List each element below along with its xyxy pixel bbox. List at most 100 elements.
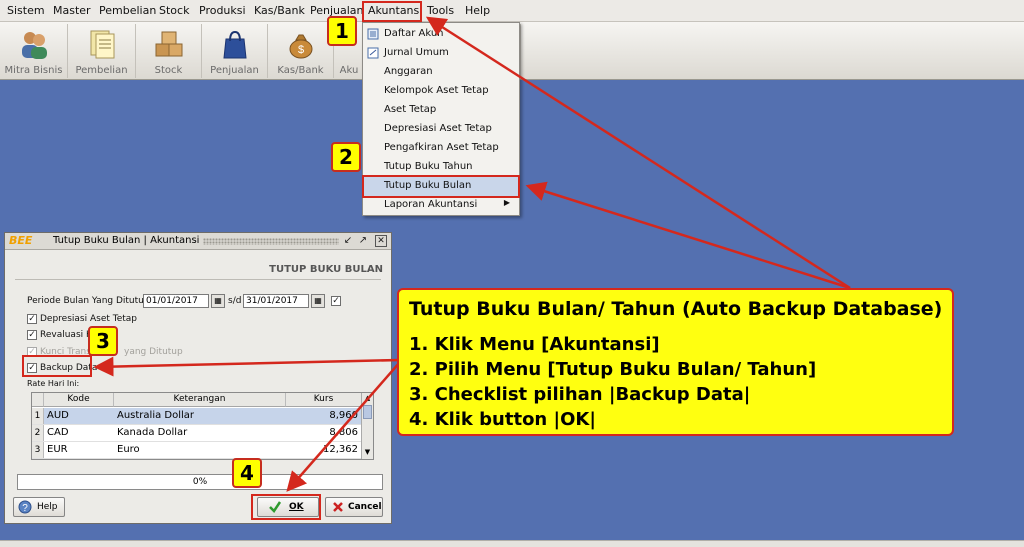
date-from-input[interactable]: 01/01/2017 [143,294,209,308]
cell-kurs: 8,960 [329,410,358,421]
row-number: 2 [32,425,44,441]
submenu-arrow-icon: ▶ [503,198,510,207]
close-icon[interactable]: ✕ [375,235,387,247]
callout-step: 3. Checklist pilihan |Backup Data| [409,384,751,405]
revaluasi-checkbox[interactable]: ✓ [27,330,37,340]
column-header-kode[interactable]: Kode [44,393,114,407]
table-row[interactable]: 2 CAD Kanada Dollar 8,806 [32,425,362,442]
depresiasi-checkbox[interactable]: ✓ [27,314,37,324]
calendar-to-icon[interactable]: ▦ [311,294,325,308]
people-icon [21,32,47,59]
instruction-callout: Tutup Buku Bulan/ Tahun (Auto Backup Dat… [397,288,954,436]
toolbar-label: Pembelian [75,65,128,76]
help-button-label: Help [37,502,58,512]
progress-bar: 0% [17,474,383,490]
menu-pembelian[interactable]: Pembelian [99,4,156,17]
menu-item-label: Aset Tetap [384,104,437,115]
calendar-from-icon[interactable]: ▦ [211,294,225,308]
menu-help[interactable]: Help [465,4,490,17]
cell-kurs: 12,362 [323,444,358,455]
highlight-backup-data [22,355,92,377]
cell-keterangan: Australia Dollar [117,410,195,421]
step-badge-4: 4 [232,458,262,488]
table-row[interactable]: 3 EUR Euro 12,362 [32,442,362,459]
toolbar-separator [520,24,534,78]
menu-item-anggaran[interactable]: Anggaran [364,63,518,82]
toolbar-label: Aku [339,65,359,76]
step-badge-2: 2 [331,142,361,172]
periode-label: Periode Bulan Yang Ditutup: [27,296,153,306]
list-icon [367,28,379,40]
menu-item-depresiasi-aset-tetap[interactable]: Depresiasi Aset Tetap [364,120,518,139]
bee-logo: BEE [9,234,33,247]
titlebar-grip [203,238,339,245]
toolbar-penjualan-button[interactable]: Penjualan [202,24,268,78]
svg-text:$: $ [297,44,303,56]
callout-step: 2. Pilih Menu [Tutup Buku Bulan/ Tahun] [409,359,817,380]
cell-kode: AUD [47,410,69,421]
date-checkbox[interactable]: ✓ [331,296,341,306]
menu-item-label: Anggaran [384,66,433,77]
highlight-tutup-buku-bulan [362,175,520,198]
cancel-button[interactable]: Cancel [325,497,383,517]
cell-keterangan: Kanada Dollar [117,427,188,438]
toolbar-label: Stock [154,65,183,76]
menu-kas-bank[interactable]: Kas/Bank [254,4,305,17]
column-header-kurs[interactable]: Kurs [286,393,362,407]
cell-keterangan: Euro [117,444,140,455]
menu-item-kelompok-aset-tetap[interactable]: Kelompok Aset Tetap [364,82,518,101]
cell-kode: CAD [47,427,69,438]
toolbar-pembelian-button[interactable]: Pembelian [68,24,136,78]
rate-table: Kode Keterangan Kurs 1 AUD Australia Dol… [31,392,374,460]
cancel-button-label: Cancel [348,502,382,512]
minimize-icon[interactable]: ↙ [342,235,354,247]
column-header-keterangan[interactable]: Keterangan [114,393,286,407]
menu-item-label: Jurnal Umum [384,47,449,58]
journal-icon [367,47,379,59]
help-icon: ? [18,500,32,514]
menu-item-pengafkiran-aset-tetap[interactable]: Pengafkiran Aset Tetap [364,139,518,158]
step-badge-3: 3 [88,326,118,356]
scroll-down-icon[interactable]: ▼ [362,447,373,458]
scroll-thumb[interactable] [363,405,372,419]
help-button[interactable]: ? Help [13,497,65,517]
maximize-icon[interactable]: ↗ [357,235,369,247]
callout-step: 4. Klik button |OK| [409,409,596,430]
menu-item-jurnal-umum[interactable]: Jurnal Umum [364,44,518,63]
statusbar [0,540,1024,547]
menu-item-daftar-akun[interactable]: Daftar Akun [364,25,518,44]
scroll-up-icon[interactable]: ▲ [362,393,373,404]
highlight-akuntansi-menu [362,1,422,22]
date-to-input[interactable]: 31/01/2017 [243,294,309,308]
toolbar-label: Kas/Bank [277,65,324,76]
toolbar-mitra-bisnis-button[interactable]: Mitra Bisnis [0,24,68,78]
menu-produksi[interactable]: Produksi [199,4,246,17]
callout-step: 1. Klik Menu [Akuntansi] [409,334,660,355]
documents-icon [90,30,114,59]
highlight-ok-button [251,494,321,520]
dialog-titlebar[interactable]: BEE Tutup Buku Bulan | Akuntansi ↙ ↗ ✕ [5,233,391,250]
menu-item-label: Tutup Buku Tahun [384,161,473,172]
step-badge-1: 1 [327,16,357,46]
rate-label: Rate Hari Ini: [27,379,80,388]
menu-master[interactable]: Master [53,4,91,17]
revaluasi-label: Revaluasi K [40,330,92,340]
toolbar-kas-bank-button[interactable]: $ Kas/Bank [268,24,334,78]
table-row[interactable]: 1 AUD Australia Dollar 8,960 [32,408,362,425]
menu-sistem[interactable]: Sistem [7,4,45,17]
column-header-no [32,393,44,407]
menu-item-label: Laporan Akuntansi [384,199,478,210]
menu-item-label: Daftar Akun [384,28,444,39]
callout-title: Tutup Buku Bulan/ Tahun (Auto Backup Dat… [409,298,943,320]
table-scrollbar[interactable]: ▲ ▼ [361,393,373,459]
depresiasi-label: Depresiasi Aset Tetap [40,314,138,324]
menu-item-aset-tetap[interactable]: Aset Tetap [364,101,518,120]
boxes-icon [155,31,182,57]
menu-item-laporan-akuntansi[interactable]: Laporan Akuntansi ▶ [364,196,518,215]
toolbar-stock-button[interactable]: Stock [136,24,202,78]
menu-stock[interactable]: Stock [159,4,189,17]
date-separator: s/d [228,296,242,306]
menubar: Sistem Master Pembelian Stock Produksi K… [0,0,1024,22]
menu-tools[interactable]: Tools [427,4,454,17]
cell-kurs: 8,806 [329,427,358,438]
